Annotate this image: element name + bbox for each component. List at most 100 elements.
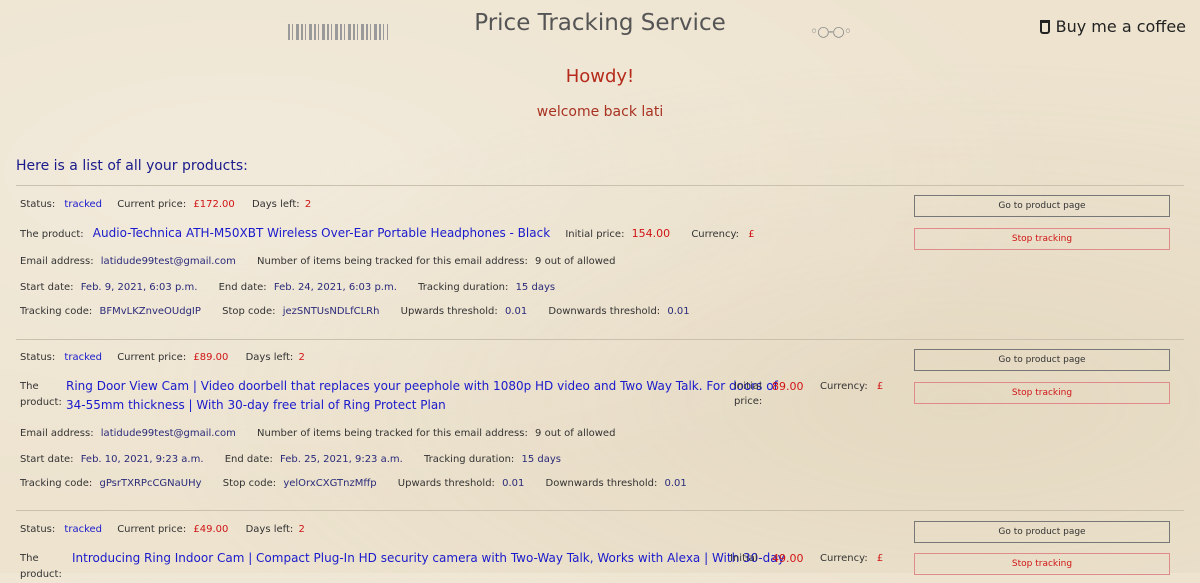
dates-row: Start date: Feb. 9, 2021, 6:03 p.m. End … xyxy=(20,282,555,293)
currency-label: Currency: xyxy=(820,553,868,564)
days-left-label: Days left: xyxy=(245,524,294,535)
divider xyxy=(16,185,1184,186)
start-date-value: Feb. 10, 2021, 9:23 a.m. xyxy=(80,454,204,465)
email-value: latidude99test@gmail.com xyxy=(100,256,236,267)
end-date-label: End date: xyxy=(224,454,273,465)
currency-value: £ xyxy=(748,229,755,240)
status-label: Status: xyxy=(20,199,56,210)
product-label: The product: xyxy=(20,551,62,583)
list-heading: Here is a list of all your products: xyxy=(16,158,248,174)
upwards-threshold-value: 0.01 xyxy=(502,478,525,489)
currency-row: Currency: £ xyxy=(820,553,883,564)
tracking-code-label: Tracking code: xyxy=(20,306,93,317)
status-row: Status: tracked Current price: £49.00 Da… xyxy=(20,524,305,535)
status-value: tracked xyxy=(64,352,103,363)
product-title-link[interactable]: Introducing Ring Indoor Cam | Compact Pl… xyxy=(72,549,785,568)
items-tracked-value: 9 out of allowed xyxy=(535,428,616,439)
end-date-value: Feb. 24, 2021, 6:03 p.m. xyxy=(273,282,397,293)
tracking-code-label: Tracking code: xyxy=(20,478,93,489)
status-value: tracked xyxy=(64,524,103,535)
downwards-threshold-value: 0.01 xyxy=(667,306,690,317)
initial-price-label: Initial xyxy=(730,551,758,566)
product-label-line2: product: xyxy=(20,397,62,408)
items-tracked-value: 9 out of allowed xyxy=(535,256,616,267)
dates-row: Start date: Feb. 10, 2021, 9:23 a.m. End… xyxy=(20,454,561,465)
upwards-threshold-label: Upwards threshold: xyxy=(400,306,498,317)
downwards-threshold-label: Downwards threshold: xyxy=(545,478,658,489)
email-row: Email address: latidude99test@gmail.com … xyxy=(20,256,615,267)
current-price-value: £49.00 xyxy=(193,524,229,535)
days-left-label: Days left: xyxy=(251,199,300,210)
current-price-label: Current price: xyxy=(117,199,187,210)
status-label: Status: xyxy=(20,352,56,363)
go-to-product-button[interactable]: Go to product page xyxy=(914,521,1170,543)
upwards-threshold-value: 0.01 xyxy=(504,306,528,317)
initial-label-line2: price: xyxy=(734,396,763,407)
downwards-threshold-value: 0.01 xyxy=(664,478,687,489)
currency-label: Currency: xyxy=(820,381,868,392)
initial-price-label: Initial price: xyxy=(734,379,762,409)
product-label-line1: The xyxy=(20,381,39,392)
stop-tracking-button[interactable]: Stop tracking xyxy=(914,553,1170,575)
product-title-line2: 34-55mm thickness | With 30-day free tri… xyxy=(66,398,446,412)
current-price-value: £89.00 xyxy=(193,352,229,363)
product-label: The product: xyxy=(20,229,84,240)
glasses-icon: ◦○-○◦ xyxy=(810,24,852,40)
product-title-link[interactable]: Audio-Technica ATH-M50XBT Wireless Over-… xyxy=(93,226,550,240)
stop-code-label: Stop code: xyxy=(222,306,276,317)
currency-value: £ xyxy=(876,553,884,564)
days-left-value: 2 xyxy=(298,352,305,363)
initial-price-value: 89.00 xyxy=(772,380,804,393)
tracking-code-value: gPsrTXRPcCGNaUHy xyxy=(99,478,202,489)
currency-value: £ xyxy=(876,381,884,392)
status-row: Status: tracked Current price: £172.00 D… xyxy=(20,199,311,210)
product-row: The product: Audio-Technica ATH-M50XBT W… xyxy=(20,226,755,240)
codes-row: Tracking code: gPsrTXRPcCGNaUHy Stop cod… xyxy=(20,478,687,489)
product-label: The product: xyxy=(20,379,62,411)
tracking-duration-label: Tracking duration: xyxy=(418,282,509,293)
product-label-line1: The xyxy=(20,553,39,564)
tracking-duration-label: Tracking duration: xyxy=(424,454,515,465)
product-title-line1: Introducing Ring Indoor Cam | Compact Pl… xyxy=(72,551,785,565)
upwards-threshold-label: Upwards threshold: xyxy=(397,478,495,489)
email-value: latidude99test@gmail.com xyxy=(100,428,236,439)
product-title-line1: Ring Door View Cam | Video doorbell that… xyxy=(66,379,778,393)
coffee-cup-icon xyxy=(1039,20,1050,34)
site-title: Price Tracking Service xyxy=(474,10,726,36)
days-left-value: 2 xyxy=(304,199,312,210)
start-date-label: Start date: xyxy=(20,454,74,465)
initial-price-label: Initial price: xyxy=(565,229,625,240)
stop-tracking-button[interactable]: Stop tracking xyxy=(914,382,1170,404)
current-price-label: Current price: xyxy=(117,524,187,535)
stop-code-value: jezSNTUsNDLfCLRh xyxy=(282,306,380,317)
codes-row: Tracking code: BFMvLKZnveOUdgIP Stop cod… xyxy=(20,306,690,317)
buy-coffee-label: Buy me a coffee xyxy=(1055,17,1186,36)
currency-label: Currency: xyxy=(691,229,740,240)
days-left-value: 2 xyxy=(298,524,305,535)
divider xyxy=(16,510,1184,511)
tracking-duration-value: 15 days xyxy=(521,454,561,465)
buy-coffee-link[interactable]: Buy me a coffee xyxy=(1039,17,1186,36)
greeting-howdy: Howdy! xyxy=(565,66,635,87)
product-label-line2: product: xyxy=(20,569,62,580)
items-tracked-label: Number of items being tracked for this e… xyxy=(257,256,528,267)
stop-code-label: Stop code: xyxy=(222,478,277,489)
current-price-value: £172.00 xyxy=(193,199,235,210)
email-label: Email address: xyxy=(20,256,94,267)
go-to-product-button[interactable]: Go to product page xyxy=(914,195,1170,217)
initial-label-line1: Initial xyxy=(730,553,758,564)
email-label: Email address: xyxy=(20,428,94,439)
downwards-threshold-label: Downwards threshold: xyxy=(548,306,661,317)
days-left-label: Days left: xyxy=(245,352,294,363)
current-price-label: Current price: xyxy=(117,352,187,363)
start-date-label: Start date: xyxy=(20,282,74,293)
end-date-value: Feb. 25, 2021, 9:23 a.m. xyxy=(280,454,403,465)
top-bar: Price Tracking Service ◦○-○◦ Buy me a co… xyxy=(0,0,1200,50)
tracking-duration-value: 15 days xyxy=(515,282,556,293)
end-date-label: End date: xyxy=(218,282,267,293)
product-title-link[interactable]: Ring Door View Cam | Video doorbell that… xyxy=(66,377,778,415)
stop-tracking-button[interactable]: Stop tracking xyxy=(914,228,1170,250)
go-to-product-button[interactable]: Go to product page xyxy=(914,349,1170,371)
items-tracked-label: Number of items being tracked for this e… xyxy=(257,428,528,439)
initial-price-value: 154.00 xyxy=(631,227,671,240)
